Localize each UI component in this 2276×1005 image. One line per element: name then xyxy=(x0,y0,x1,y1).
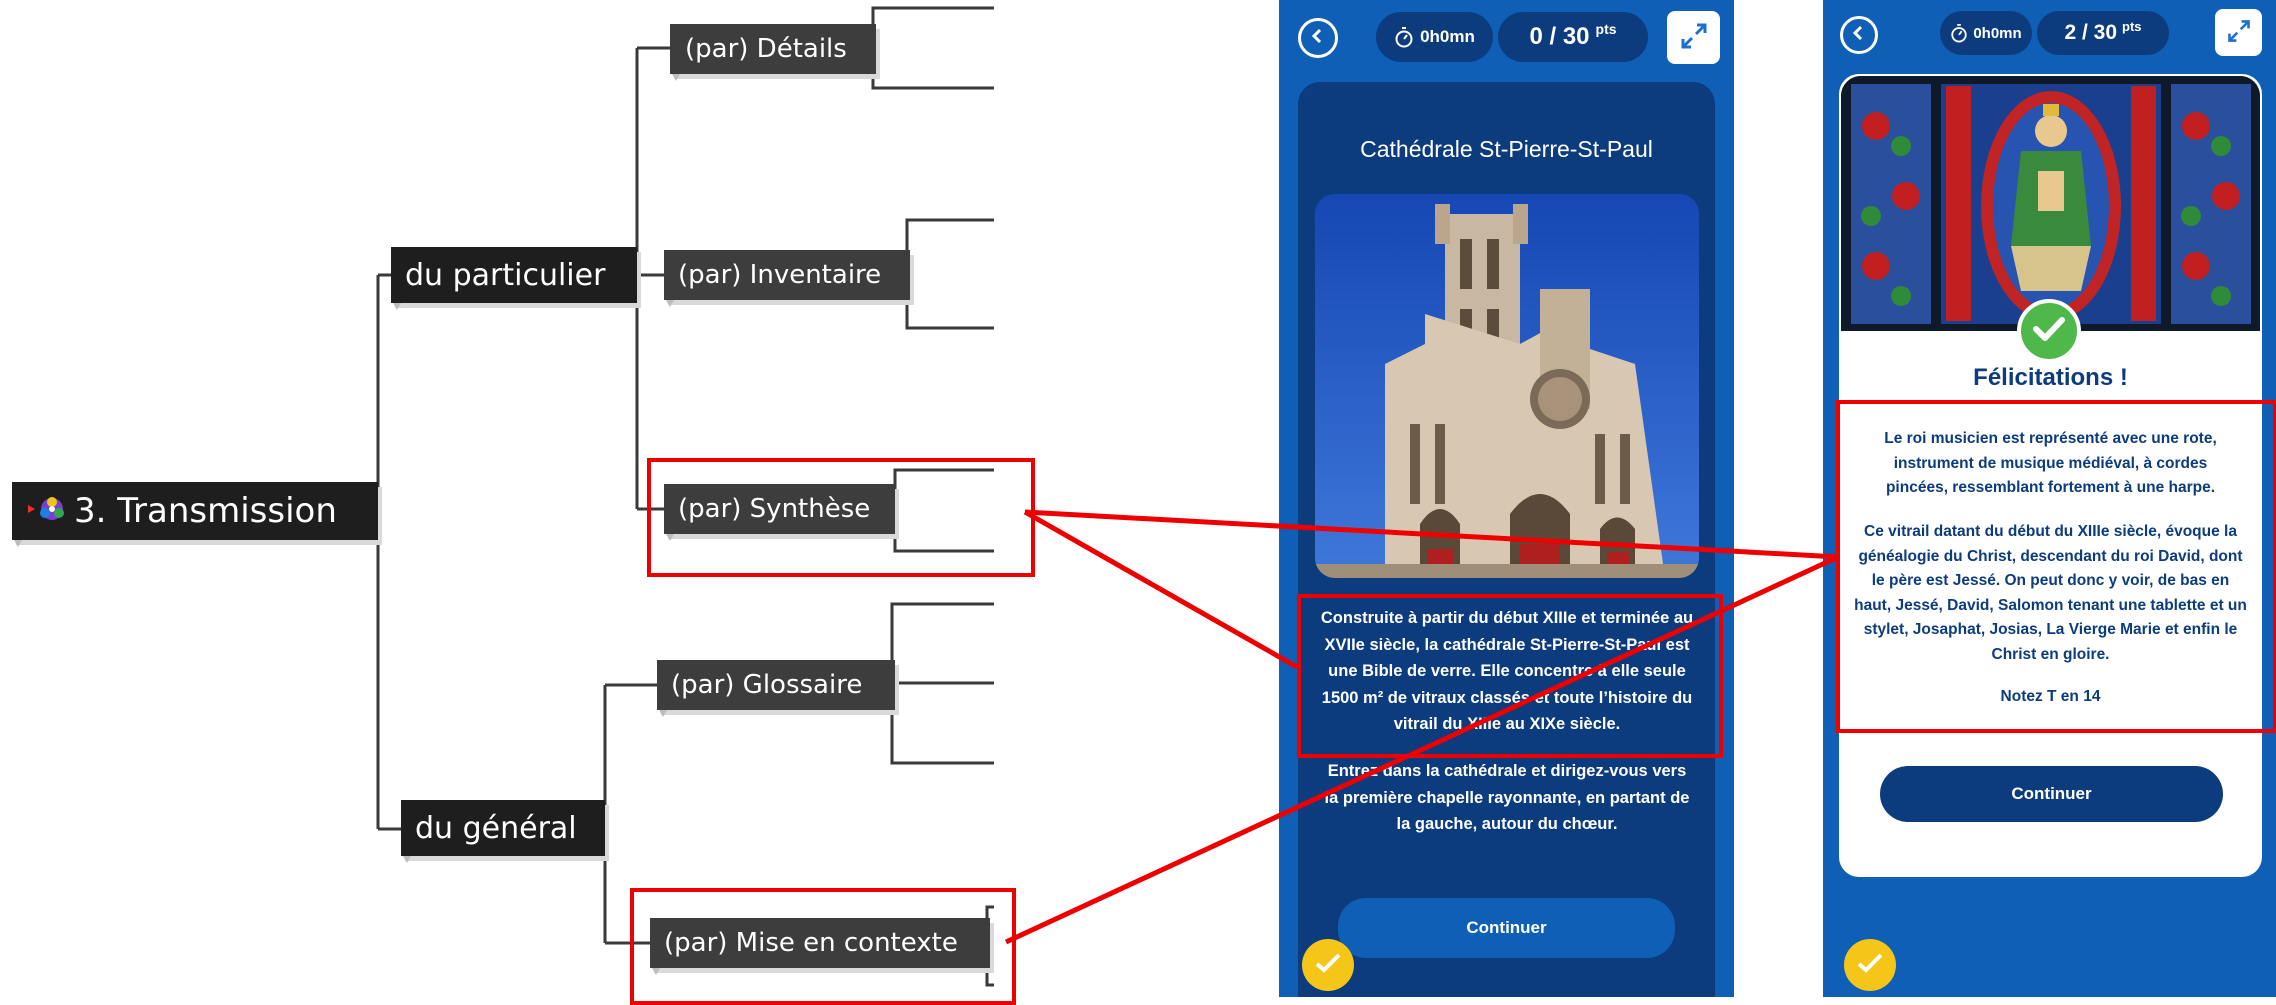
validate-badge[interactable] xyxy=(1302,939,1354,991)
hand-check-icon xyxy=(1313,950,1343,980)
mindmap-leaf-details[interactable]: (par) Détails xyxy=(670,24,876,81)
back-button[interactable] xyxy=(1298,18,1338,58)
continue-label: Continuer xyxy=(2011,784,2092,803)
check-icon xyxy=(2032,315,2066,347)
highlight-description xyxy=(1297,594,1723,758)
validate-badge[interactable] xyxy=(1844,939,1896,991)
success-check xyxy=(2017,299,2081,363)
node-marker xyxy=(659,710,667,717)
cathedral-illustration xyxy=(1315,194,1699,578)
score-pill: 2 / 30 pts xyxy=(2037,11,2169,55)
timer-pill: 0h0mn xyxy=(1940,11,2032,55)
node-marker xyxy=(666,300,674,307)
cathedral-photo xyxy=(1315,194,1699,578)
node-label: du général xyxy=(415,810,577,846)
stopwatch-icon xyxy=(1394,26,1414,48)
mindmap-leaf-glossaire[interactable]: (par) Glossaire xyxy=(657,660,895,717)
instruction-paragraph: Entrez dans la cathédrale et dirigez-vou… xyxy=(1324,762,1690,833)
score-value: 2 / 30 xyxy=(2064,21,2118,44)
highlight-feedback xyxy=(1836,400,2276,733)
phone-screen-intro: 0h0mn 0 / 30 pts Cathédrale St-Pierre-St… xyxy=(1279,0,1734,997)
score-unit: pts xyxy=(1595,21,1617,37)
timer-value: 0h0mn xyxy=(1420,27,1475,46)
continue-button[interactable]: Continuer xyxy=(1338,898,1675,958)
success-heading: Félicitations ! xyxy=(1973,364,2128,391)
timer-value: 0h0mn xyxy=(1973,24,2022,42)
back-button[interactable] xyxy=(1840,16,1878,54)
hand-check-icon xyxy=(1855,950,1885,980)
score-pill: 0 / 30 pts xyxy=(1498,12,1648,62)
score-unit: pts xyxy=(2122,18,2142,34)
expand-button[interactable] xyxy=(1667,11,1720,64)
expand-button[interactable] xyxy=(2215,9,2262,56)
back-arrow-icon xyxy=(1310,28,1326,48)
stopwatch-icon xyxy=(1950,23,1968,43)
node-marker xyxy=(672,74,680,81)
continue-button[interactable]: Continuer xyxy=(1880,766,2223,822)
expand-icon xyxy=(1679,21,1709,55)
node-marker xyxy=(393,303,401,310)
highlight-contexte xyxy=(630,888,1016,1005)
mindmap-node-general[interactable]: du général xyxy=(401,800,605,863)
node-marker xyxy=(14,540,22,547)
highlight-synthese xyxy=(647,458,1035,577)
mindmap-logo-icon xyxy=(26,494,68,528)
mindmap-root-node[interactable]: 3. Transmission xyxy=(12,482,378,547)
score-value: 0 / 30 xyxy=(1529,23,1590,50)
expand-icon xyxy=(2226,18,2252,48)
site-title: Cathédrale St-Pierre-St-Paul xyxy=(1360,136,1653,162)
stained-glass-photo xyxy=(1841,76,2260,331)
continue-label: Continuer xyxy=(1466,918,1547,937)
node-label: (par) Inventaire xyxy=(678,260,882,290)
timer-pill: 0h0mn xyxy=(1376,12,1493,62)
stained-glass-illustration xyxy=(1841,76,2260,331)
node-label: (par) Glossaire xyxy=(671,670,863,700)
node-marker xyxy=(403,856,411,863)
node-label: (par) Détails xyxy=(685,34,847,64)
mindmap-node-particulier[interactable]: du particulier xyxy=(391,247,637,310)
back-arrow-icon xyxy=(1851,25,1867,45)
mindmap-leaf-inventaire[interactable]: (par) Inventaire xyxy=(664,250,910,307)
mindmap-root-label: 3. Transmission xyxy=(74,491,337,531)
node-label: du particulier xyxy=(405,257,606,293)
